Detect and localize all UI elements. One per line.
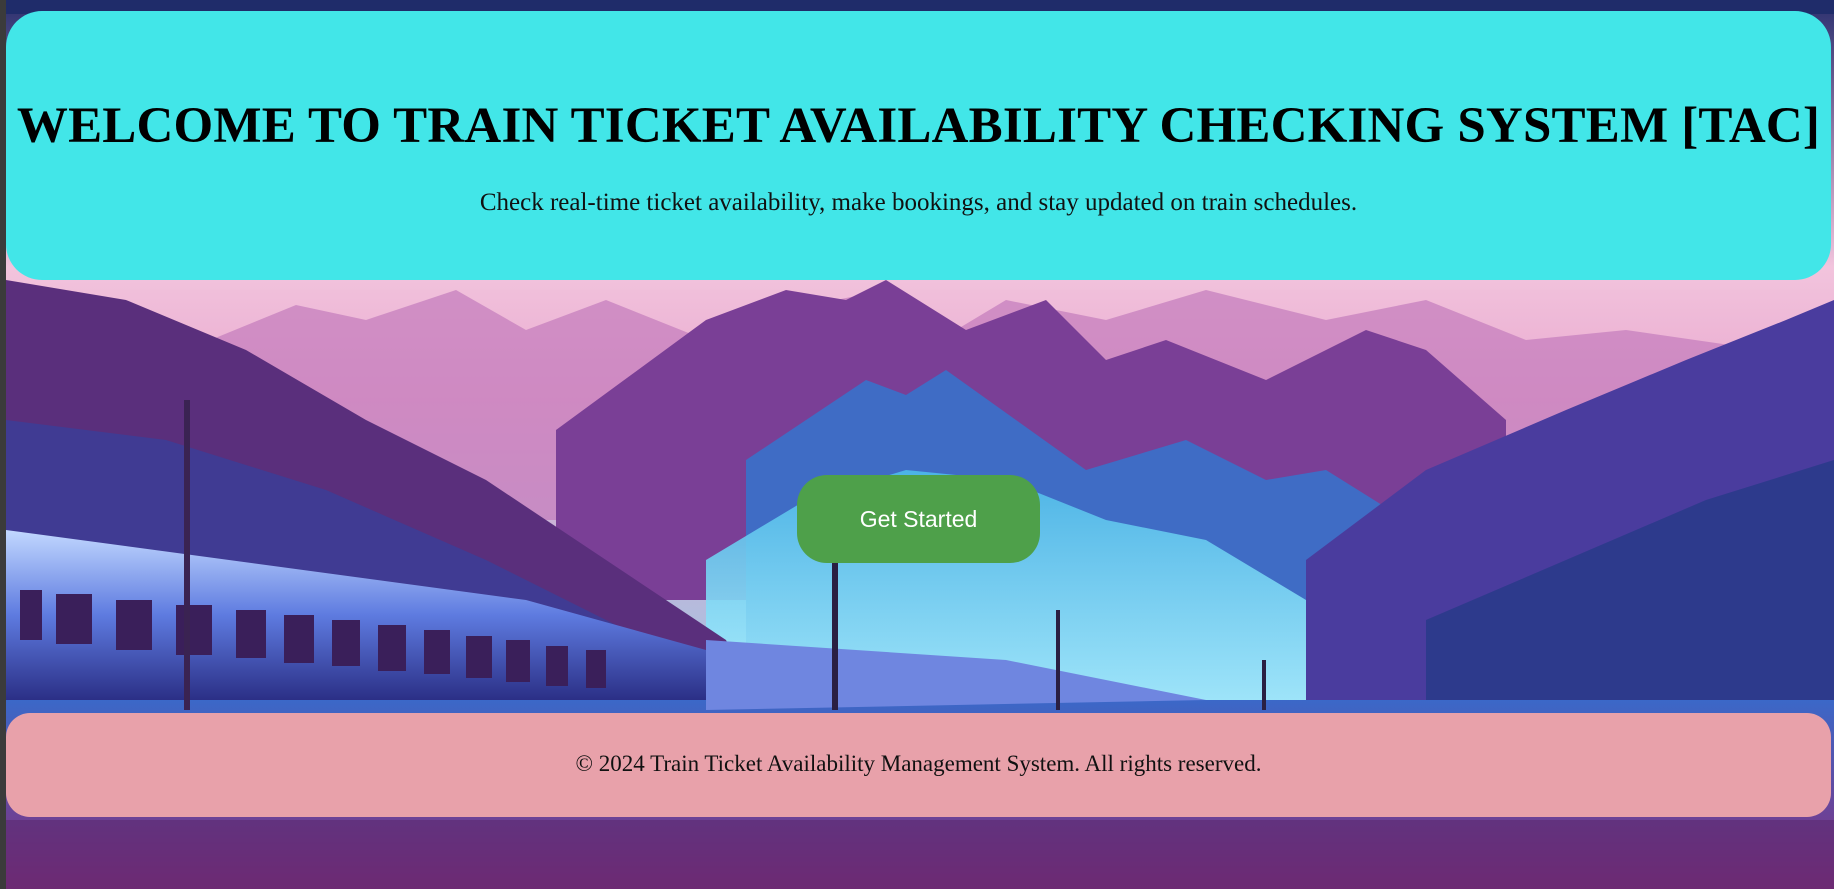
page-title: WELCOME TO TRAIN TICKET AVAILABILITY CHE… <box>16 98 1821 154</box>
header-banner: WELCOME TO TRAIN TICKET AVAILABILITY CHE… <box>6 11 1831 280</box>
get-started-button[interactable]: Get Started <box>797 475 1040 563</box>
page-subtitle: Check real-time ticket availability, mak… <box>479 189 1358 216</box>
footer: © 2024 Train Ticket Availability Managem… <box>6 713 1831 817</box>
copyright-text: © 2024 Train Ticket Availability Managem… <box>575 751 1262 776</box>
